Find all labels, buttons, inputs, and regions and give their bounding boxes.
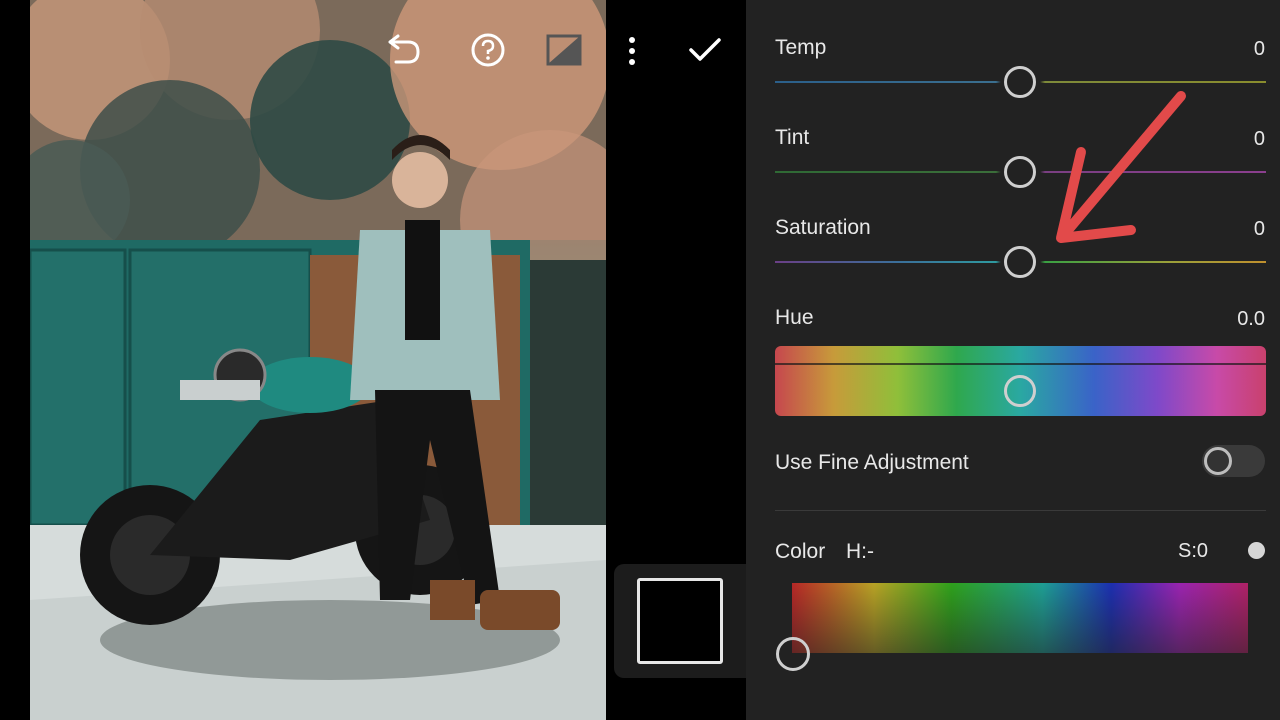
annotation-arrow-icon [1056, 91, 1186, 243]
saturation-value[interactable]: 0 [1254, 218, 1265, 241]
color-indicator-dot[interactable] [1248, 542, 1265, 559]
color-picker-knob[interactable] [776, 637, 810, 671]
temp-label: Temp [775, 36, 827, 59]
hue-value[interactable]: 0.0 [1237, 308, 1265, 331]
color-label: Color [775, 540, 826, 563]
more-vertical-icon[interactable] [624, 36, 640, 66]
help-icon[interactable] [470, 32, 506, 68]
temp-slider-knob[interactable] [1004, 66, 1036, 98]
tint-slider-knob[interactable] [1004, 156, 1036, 188]
color-saturation-readout: S:0 [1178, 540, 1209, 562]
fine-adjustment-toggle[interactable] [1202, 445, 1265, 477]
saturation-label: Saturation [775, 216, 871, 239]
photo-canvas [30, 0, 606, 720]
hue-slider-knob[interactable] [1004, 375, 1036, 407]
color-swatch[interactable] [637, 578, 723, 664]
tint-label: Tint [775, 126, 810, 149]
adjustment-panel: Temp 0 Tint 0 Saturation 0 Hue 0.0 Use F… [746, 0, 1280, 720]
compare-icon[interactable] [546, 34, 582, 66]
photo-image [30, 0, 606, 720]
temp-value[interactable]: 0 [1254, 38, 1265, 61]
checkmark-icon[interactable] [688, 36, 722, 64]
section-divider [775, 510, 1266, 511]
tint-value[interactable]: 0 [1254, 128, 1265, 151]
color-hue-readout: H:- [846, 540, 874, 563]
hue-label: Hue [775, 306, 814, 329]
undo-icon[interactable] [382, 32, 422, 68]
saturation-slider-knob[interactable] [1004, 246, 1036, 278]
toggle-knob [1204, 447, 1232, 475]
fine-adjustment-label: Use Fine Adjustment [775, 451, 969, 474]
color-spectrum-picker[interactable] [792, 583, 1248, 653]
